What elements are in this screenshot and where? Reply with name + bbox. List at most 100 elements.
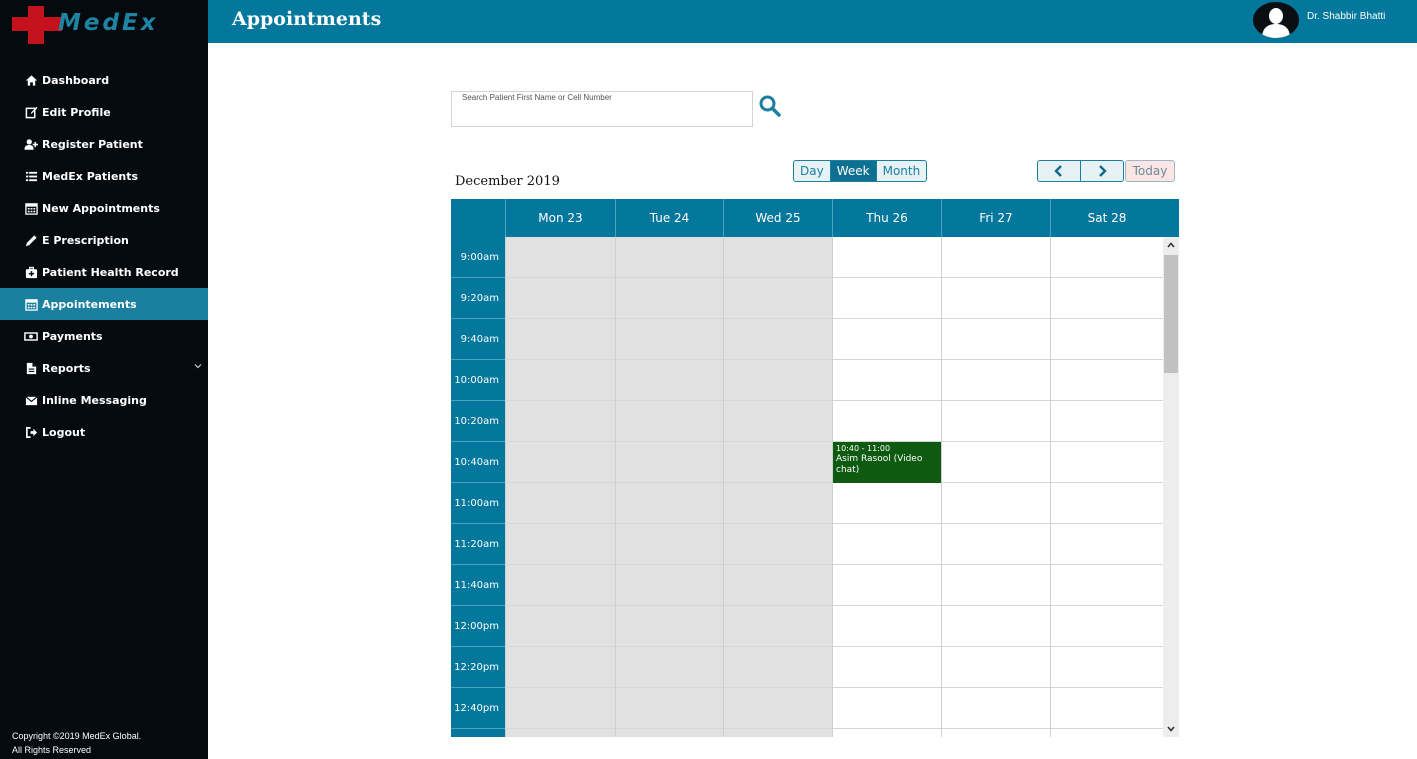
time-slot[interactable] <box>506 688 615 729</box>
time-slot[interactable] <box>724 483 832 524</box>
time-slot[interactable] <box>724 688 832 729</box>
time-slot[interactable] <box>616 647 723 688</box>
time-slot[interactable] <box>1051 524 1163 565</box>
time-slot[interactable] <box>724 565 832 606</box>
time-slot[interactable] <box>724 647 832 688</box>
time-slot[interactable] <box>616 401 723 442</box>
sidebar-item-new-appointments[interactable]: New Appointments <box>0 192 208 224</box>
sidebar-item-patient-health-record[interactable]: Patient Health Record <box>0 256 208 288</box>
time-slot[interactable] <box>616 319 723 360</box>
time-slot[interactable] <box>833 483 941 524</box>
time-slot[interactable] <box>942 401 1050 442</box>
time-slot[interactable] <box>942 237 1050 278</box>
time-slot[interactable] <box>1051 442 1163 483</box>
scroll-down-button[interactable] <box>1163 721 1179 737</box>
time-slot[interactable] <box>942 524 1050 565</box>
time-slot[interactable] <box>833 606 941 647</box>
time-slot[interactable] <box>833 524 941 565</box>
sidebar-item-logout[interactable]: Logout <box>0 416 208 448</box>
scroll-thumb[interactable] <box>1164 255 1178 373</box>
time-slot[interactable] <box>616 237 723 278</box>
time-slot[interactable] <box>942 319 1050 360</box>
time-slot[interactable] <box>724 606 832 647</box>
time-slot[interactable] <box>1051 401 1163 442</box>
user-name[interactable]: Dr. Shabbir Bhatti <box>1307 11 1385 22</box>
time-slot[interactable] <box>616 483 723 524</box>
appointment-event[interactable]: 10:40 - 11:00 Asim Rasool (Video chat) <box>833 442 941 483</box>
sidebar-item-reports[interactable]: Reports <box>0 352 208 384</box>
time-slot[interactable] <box>833 319 941 360</box>
time-slot[interactable] <box>506 647 615 688</box>
time-slot[interactable] <box>833 278 941 319</box>
time-slot[interactable] <box>506 483 615 524</box>
sidebar-item-payments[interactable]: Payments <box>0 320 208 352</box>
sidebar-item-dashboard[interactable]: Dashboard <box>0 64 208 96</box>
prev-week-button[interactable] <box>1037 160 1081 182</box>
time-slot[interactable] <box>833 565 941 606</box>
time-slot[interactable] <box>616 565 723 606</box>
time-slot[interactable] <box>724 401 832 442</box>
time-slot[interactable] <box>1051 729 1163 737</box>
time-slot[interactable] <box>1051 688 1163 729</box>
sidebar-item-appointements[interactable]: Appointements <box>0 288 208 320</box>
time-slot[interactable] <box>1051 606 1163 647</box>
time-slot[interactable] <box>833 401 941 442</box>
time-slot[interactable] <box>1051 237 1163 278</box>
time-slot[interactable] <box>1051 647 1163 688</box>
sidebar-item-medex-patients[interactable]: MedEx Patients <box>0 160 208 192</box>
time-slot[interactable] <box>1051 319 1163 360</box>
time-slot[interactable] <box>506 237 615 278</box>
avatar[interactable] <box>1253 2 1299 38</box>
time-slot[interactable] <box>724 278 832 319</box>
time-slot[interactable] <box>942 606 1050 647</box>
time-slot[interactable] <box>724 237 832 278</box>
view-month-button[interactable]: Month <box>875 160 928 182</box>
time-slot[interactable] <box>506 729 615 737</box>
view-day-button[interactable]: Day <box>793 160 831 182</box>
time-slot[interactable] <box>942 442 1050 483</box>
time-slot[interactable] <box>1051 360 1163 401</box>
time-slot[interactable] <box>506 565 615 606</box>
time-slot[interactable] <box>616 524 723 565</box>
time-slot[interactable] <box>724 319 832 360</box>
sidebar-item-e-prescription[interactable]: E Prescription <box>0 224 208 256</box>
time-slot[interactable] <box>1051 565 1163 606</box>
search-icon[interactable] <box>758 94 782 118</box>
time-slot[interactable] <box>506 524 615 565</box>
sidebar-item-inline-messaging[interactable]: Inline Messaging <box>0 384 208 416</box>
view-week-button[interactable]: Week <box>829 160 877 182</box>
time-slot[interactable] <box>942 729 1050 737</box>
time-slot[interactable] <box>724 442 832 483</box>
time-slot[interactable] <box>616 360 723 401</box>
time-slot[interactable] <box>506 606 615 647</box>
sidebar-item-register-patient[interactable]: Register Patient <box>0 128 208 160</box>
search-input[interactable] <box>460 104 748 124</box>
time-slot[interactable] <box>506 401 615 442</box>
time-slot[interactable] <box>942 688 1050 729</box>
sidebar-item-edit-profile[interactable]: Edit Profile <box>0 96 208 128</box>
time-slot[interactable] <box>833 729 941 737</box>
time-slot[interactable] <box>724 729 832 737</box>
time-slot[interactable] <box>942 278 1050 319</box>
time-slot[interactable] <box>616 442 723 483</box>
time-slot[interactable] <box>1051 483 1163 524</box>
time-slot[interactable] <box>833 688 941 729</box>
time-slot[interactable] <box>942 360 1050 401</box>
time-slot[interactable] <box>942 565 1050 606</box>
time-slot[interactable] <box>616 688 723 729</box>
time-slot[interactable] <box>833 237 941 278</box>
time-slot[interactable] <box>506 442 615 483</box>
time-slot[interactable] <box>942 483 1050 524</box>
time-slot[interactable] <box>724 524 832 565</box>
time-slot[interactable] <box>942 647 1050 688</box>
scroll-up-button[interactable] <box>1163 237 1179 253</box>
calendar-scrollbar[interactable] <box>1163 237 1179 737</box>
time-slot[interactable] <box>833 647 941 688</box>
time-slot[interactable] <box>616 606 723 647</box>
time-slot[interactable] <box>506 360 615 401</box>
next-week-button[interactable] <box>1080 160 1124 182</box>
time-slot[interactable] <box>724 360 832 401</box>
today-button[interactable]: Today <box>1125 160 1175 182</box>
time-slot[interactable] <box>1051 278 1163 319</box>
time-slot[interactable] <box>506 278 615 319</box>
